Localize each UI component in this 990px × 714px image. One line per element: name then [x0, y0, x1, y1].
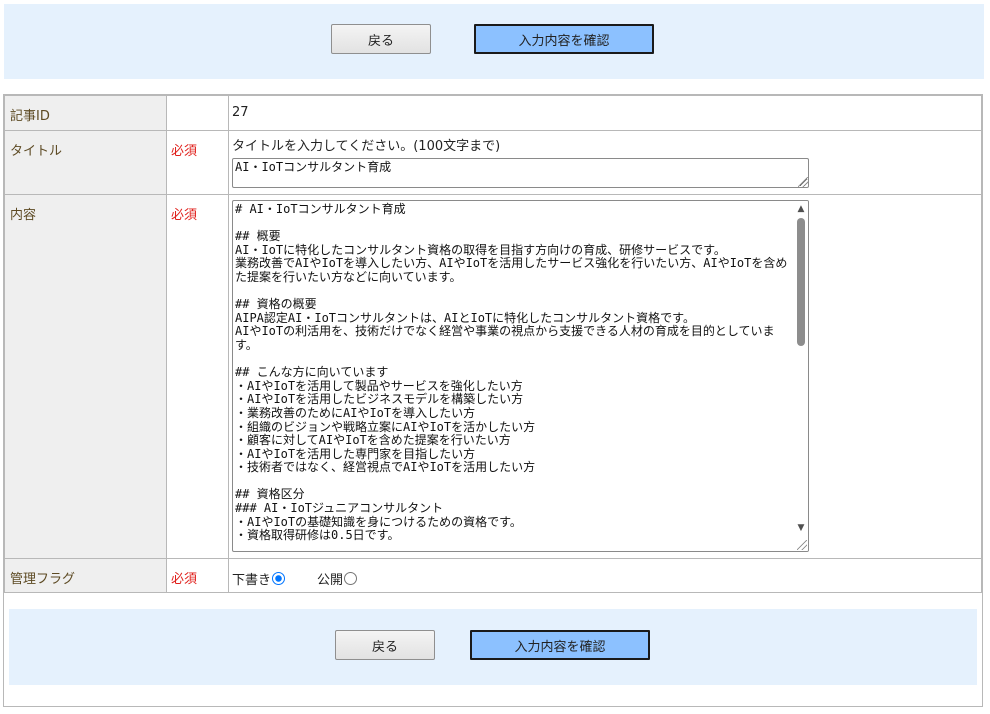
content-value-cell: # AI・IoTコンサルタント育成 ## 概要 AI・IoTに特化したコンサルタ…: [228, 194, 982, 559]
radio-draft-label: 下書き: [232, 573, 272, 588]
top-action-bar: 戻る 入力内容を確認: [4, 4, 984, 79]
article-id-required-cell: [166, 95, 229, 131]
row-article-id: 記事ID 27: [4, 95, 982, 131]
flag-radio-group: 下書き 公開: [232, 559, 981, 588]
flag-label: 管理フラグ: [4, 558, 167, 593]
row-title: タイトル 必須 タイトルを入力してください。(100文字まで) AI・IoTコン…: [4, 130, 982, 195]
title-input[interactable]: AI・IoTコンサルタント育成: [232, 158, 809, 188]
article-id-label: 記事ID: [4, 95, 167, 131]
content-textarea[interactable]: # AI・IoTコンサルタント育成 ## 概要 AI・IoTに特化したコンサルタ…: [232, 200, 809, 552]
bottom-action-bar: 戻る 入力内容を確認: [9, 609, 977, 685]
radio-public-label: 公開: [317, 573, 344, 588]
resize-grip-icon[interactable]: [797, 540, 807, 550]
flag-value-cell: 下書き 公開: [228, 558, 982, 593]
confirm-button-bottom[interactable]: 入力内容を確認: [470, 630, 650, 660]
radio-public[interactable]: 公開: [317, 569, 358, 588]
content-scrollbar[interactable]: ▲ ▼: [794, 201, 808, 551]
scroll-thumb[interactable]: [797, 218, 805, 346]
row-content: 内容 必須 # AI・IoTコンサルタント育成 ## 概要 AI・IoTに特化し…: [4, 194, 982, 559]
scroll-down-arrow-icon[interactable]: ▼: [796, 523, 806, 533]
row-flag: 管理フラグ 必須 下書き 公開: [4, 558, 982, 593]
title-hint: タイトルを入力してください。(100文字まで): [232, 139, 501, 154]
flag-required-badge: 必須: [166, 558, 229, 593]
article-id-value-cell: 27: [228, 95, 982, 131]
form-table: 記事ID 27 タイトル 必須 タイトルを入力してください。(100文字まで) …: [4, 95, 982, 593]
resize-grip-icon[interactable]: [798, 177, 808, 187]
confirm-button-top[interactable]: 入力内容を確認: [474, 24, 654, 54]
title-value-cell: タイトルを入力してください。(100文字まで) AI・IoTコンサルタント育成: [228, 130, 982, 195]
back-button-top[interactable]: 戻る: [331, 24, 431, 54]
article-id-value: 27: [232, 105, 249, 120]
radio-draft-button[interactable]: [272, 572, 286, 585]
title-label: タイトル: [4, 130, 167, 195]
title-required-badge: 必須: [166, 130, 229, 195]
content-required-badge: 必須: [166, 194, 229, 559]
radio-public-button[interactable]: [344, 572, 358, 585]
content-text[interactable]: # AI・IoTコンサルタント育成 ## 概要 AI・IoTに特化したコンサルタ…: [233, 201, 795, 551]
content-label: 内容: [4, 194, 167, 559]
radio-draft[interactable]: 下書き: [232, 569, 286, 588]
scroll-up-arrow-icon[interactable]: ▲: [796, 204, 806, 214]
back-button-bottom[interactable]: 戻る: [335, 630, 435, 660]
